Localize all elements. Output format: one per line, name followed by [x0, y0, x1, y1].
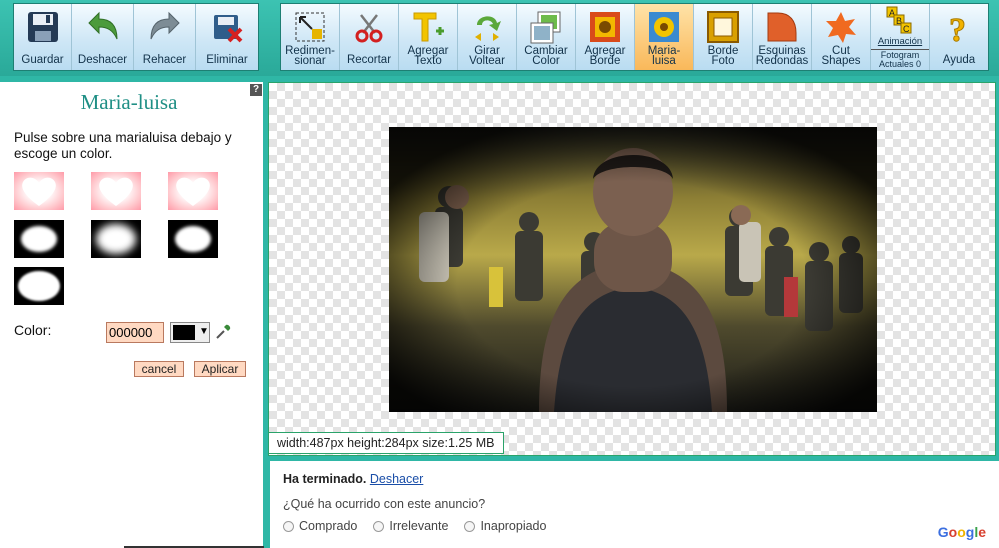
google-logo: Google: [937, 524, 986, 540]
ad-undo-link[interactable]: Deshacer: [370, 472, 424, 486]
svg-text:?: ?: [949, 12, 966, 45]
chevron-down-icon: ▼: [199, 326, 209, 337]
heart-icon: [99, 177, 133, 206]
tools-toolbar-group: Redimen-sionar Recortar Agregar Texto Gir…: [280, 3, 989, 71]
heart-icon: [22, 177, 56, 206]
image-canvas[interactable]: [268, 82, 996, 456]
matte-heart-1[interactable]: [14, 172, 64, 210]
tool-animation-label: Animación: [877, 36, 923, 47]
tool-crop-label: Recortar: [346, 54, 392, 66]
ad-done-text: Ha terminado.: [283, 472, 367, 486]
tool-passepartout-button[interactable]: Maria-luisa: [635, 4, 694, 70]
color-hex-input[interactable]: [106, 322, 164, 343]
apply-button[interactable]: Aplicar: [194, 361, 246, 377]
border-icon: [590, 12, 620, 42]
radio-icon[interactable]: [464, 520, 476, 532]
tool-border-button[interactable]: Agregar Borde: [576, 4, 635, 70]
matte-oval-4[interactable]: [14, 267, 64, 305]
matte-oval-1[interactable]: [14, 220, 64, 258]
tool-rotate-button[interactable]: Girar Voltear: [458, 4, 517, 70]
delete-label: Eliminar: [206, 54, 248, 66]
undo-icon: [87, 11, 117, 40]
undo-label: Deshacer: [77, 54, 128, 66]
image-size-status: width:487px height:284px size:1.25 MB: [268, 432, 504, 454]
ad-feedback-box: Ha terminado. Deshacer ¿Qué ha ocurrido …: [270, 461, 999, 548]
oval-shape: [21, 226, 57, 252]
frame-icon: [707, 11, 739, 43]
tool-shapes-button[interactable]: Cut Shapes: [812, 4, 871, 70]
matte-oval-3[interactable]: [168, 220, 218, 258]
tool-color-button[interactable]: Cambiar Color: [517, 4, 576, 70]
save-icon: [27, 12, 58, 42]
ad-options: Comprado Irrelevante Inapropiado: [283, 519, 546, 533]
tool-crop-button[interactable]: Recortar: [340, 4, 399, 70]
redo-label: Rehacer: [142, 54, 187, 66]
matte-heart-2[interactable]: [91, 172, 141, 210]
svg-text:C: C: [903, 24, 910, 34]
undo-button[interactable]: Deshacer: [72, 4, 134, 70]
radio-icon[interactable]: [283, 520, 294, 532]
options-panel: ? Maria-luisa Pulse sobre una marialuisa…: [0, 82, 263, 548]
matte-heart-3[interactable]: [168, 172, 218, 210]
tool-frame-button[interactable]: Borde Foto: [694, 4, 753, 70]
tool-text-button[interactable]: Agregar Texto: [399, 4, 458, 70]
scissors-icon: [355, 14, 383, 43]
text-icon: [413, 12, 444, 42]
eyedropper-icon[interactable]: [215, 322, 231, 340]
heart-icon: [176, 177, 210, 206]
cancel-button[interactable]: cancel: [134, 361, 184, 377]
tool-frame-label: Borde Foto: [707, 45, 739, 67]
tool-resize-label: Redimen-sionar: [285, 45, 335, 67]
resize-icon: [295, 12, 325, 42]
oval-shape: [18, 271, 60, 301]
color-swatch: [173, 325, 195, 340]
matte-oval-2[interactable]: [91, 220, 141, 258]
save-button[interactable]: Guardar: [14, 4, 72, 70]
oval-shape: [96, 224, 136, 254]
file-toolbar-group: Guardar Deshacer Rehacer Eliminar: [13, 3, 259, 71]
tool-round-corners-label: Esquinas Redondas: [755, 45, 809, 67]
toolbar: Guardar Deshacer Rehacer Eliminar Redime…: [0, 0, 999, 76]
radio-icon[interactable]: [373, 520, 385, 532]
photo-image: [389, 127, 877, 412]
panel-title: Maria-luisa: [80, 90, 178, 114]
shapes-icon: [826, 12, 856, 43]
passepartout-icon: [649, 12, 679, 42]
panel-description: Pulse sobre una marialuisa debajo y esco…: [14, 130, 232, 161]
tool-shapes-label: Cut Shapes: [821, 45, 861, 67]
color-icon: [530, 11, 561, 44]
tool-text-label: Agregar Texto: [407, 45, 449, 67]
delete-button[interactable]: Eliminar: [196, 4, 258, 70]
oval-shape: [175, 226, 211, 252]
edited-photo[interactable]: [389, 127, 877, 412]
tool-color-label: Cambiar Color: [524, 45, 568, 67]
ad-option-irrelevant[interactable]: Irrelevante: [373, 519, 448, 533]
tool-help-label: Ayuda: [942, 54, 976, 66]
ad-option-inappropriate[interactable]: Inapropiado: [464, 519, 546, 533]
ad-done-line: Ha terminado. Deshacer: [283, 472, 423, 486]
rotate-icon: [475, 16, 501, 41]
google-logo-g: G: [937, 524, 949, 540]
tool-animation-button[interactable]: A B C Animación Fotogram Actuales 0: [871, 4, 930, 70]
redo-button[interactable]: Rehacer: [134, 4, 196, 70]
color-label: Color:: [14, 322, 52, 338]
ad-question: ¿Qué ha ocurrido con este anuncio?: [283, 497, 486, 511]
tool-passepartout-label: Maria-luisa: [647, 45, 681, 67]
redo-icon: [150, 11, 180, 40]
animation-icon: A B C: [886, 6, 912, 34]
ad-option-purchased[interactable]: Comprado: [283, 519, 357, 533]
tool-resize-button[interactable]: Redimen-sionar: [281, 4, 340, 70]
tool-rotate-label: Girar Voltear: [469, 45, 505, 67]
tool-border-label: Agregar Borde: [584, 45, 626, 67]
color-dropdown[interactable]: ▼: [170, 322, 210, 343]
save-label: Guardar: [21, 54, 64, 66]
tool-help-button[interactable]: ? Ayuda: [930, 4, 988, 70]
tool-round-corners-button[interactable]: Esquinas Redondas: [753, 4, 812, 70]
tool-animation-frames-label: Fotogram Actuales 0: [871, 49, 929, 69]
round-corners-icon: [767, 12, 797, 42]
help-icon: ?: [949, 12, 967, 46]
delete-icon: [214, 15, 243, 43]
